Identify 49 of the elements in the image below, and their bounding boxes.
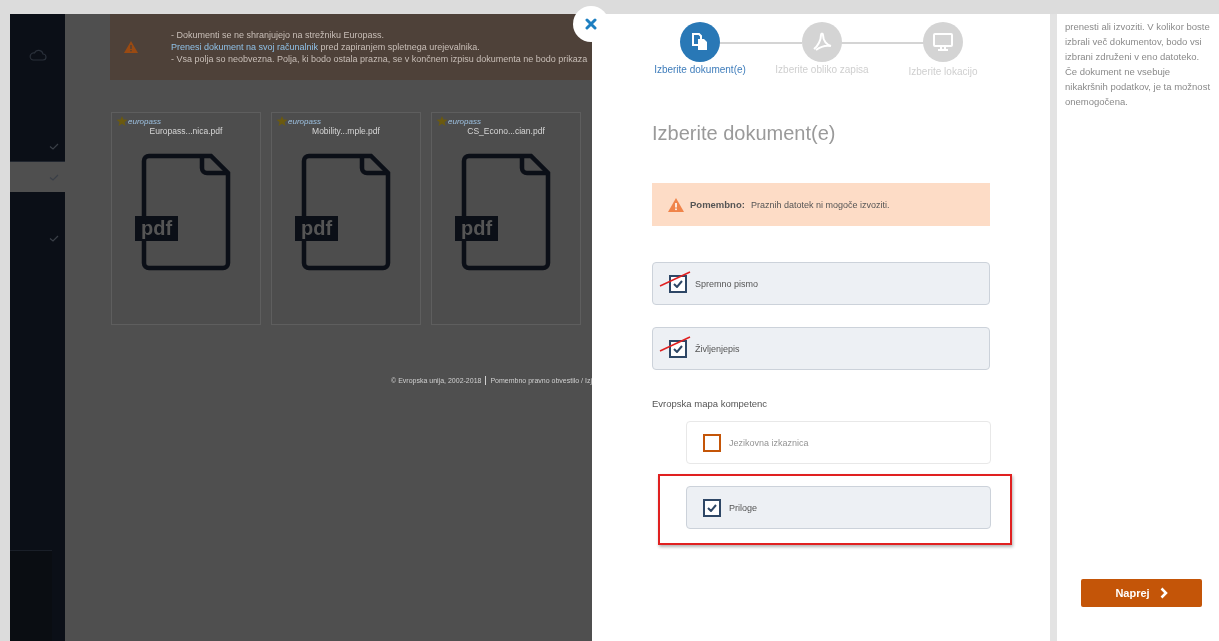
dialog-title: Izberite dokument(e)	[652, 122, 837, 145]
notice-text: - Vsa polja so neobvezna. Polja, ki bodo ostala prazna, se v končnem izpisu dokumenta ne bodo prikaza	[171, 54, 588, 64]
notice-text: Prenesi dokument na svoj računalnik pred zapiranjem spletnega urejevalnika.	[171, 42, 480, 52]
download-link[interactable]: Prenesi dokument na svoj računalnik	[171, 42, 319, 52]
step-label: Izberite dokument(e)	[654, 64, 746, 75]
pdf-label: pdf	[295, 216, 339, 241]
close-icon	[585, 18, 597, 30]
checkbox[interactable]	[669, 339, 687, 358]
file-card[interactable]: europass CS_Econo...cian.pdf pdf	[431, 112, 581, 325]
checkbox[interactable]	[703, 498, 721, 517]
help-text: prenesti ali izvoziti. V kolikor boste izbrali več dokumentov, bodo vsi izbrani združeni v eno datoteko. Če dokument ne vsebuje nikakršnih podatkov, je ta možnost onemogočena.	[1065, 20, 1211, 109]
star-logo-icon	[116, 116, 128, 126]
warning-icon	[124, 41, 138, 53]
check-icon	[49, 142, 59, 150]
document-option[interactable]: Priloge	[686, 486, 991, 529]
checkbox[interactable]	[669, 274, 687, 293]
document-icon	[461, 153, 551, 271]
logo-text: europass	[128, 116, 161, 126]
star-logo-icon	[436, 116, 448, 126]
warning-icon	[668, 197, 684, 212]
check-icon	[707, 503, 717, 512]
file-name: Mobility...mple.pdf	[312, 126, 380, 136]
acrobat-icon	[812, 32, 832, 52]
check-icon	[673, 279, 683, 288]
logo-text: europass	[448, 116, 481, 126]
alert-label: Pomembno:	[690, 199, 745, 210]
next-button[interactable]: Naprej	[1081, 579, 1202, 607]
file-card[interactable]: europass Mobility...mple.pdf pdf	[271, 112, 421, 325]
file-card[interactable]: europass Europass...nica.pdf pdf	[111, 112, 261, 325]
pdf-label: pdf	[455, 216, 499, 241]
notice-text: - Dokumenti se ne shranjujejo na strežniku Europass.	[171, 30, 385, 40]
document-icon	[141, 153, 231, 271]
check-icon	[673, 344, 683, 353]
check-icon	[49, 234, 59, 242]
file-name: Europass...nica.pdf	[149, 126, 223, 136]
chevron-right-icon	[1159, 587, 1168, 599]
logo-text: europass	[288, 116, 321, 126]
file-name: CS_Econo...cian.pdf	[467, 126, 545, 136]
monitor-icon	[933, 33, 953, 51]
star-logo-icon	[276, 116, 288, 126]
document-option[interactable]: Spremno pismo	[652, 262, 990, 305]
document-option[interactable]: Življenjepis	[652, 327, 990, 370]
documents-icon	[692, 33, 708, 51]
alert-text: Praznih datotek ni mogoče izvoziti.	[750, 199, 890, 210]
section-label: Evropska mapa kompetenc	[652, 398, 769, 409]
document-icon	[301, 153, 391, 271]
cloud-icon	[28, 49, 47, 61]
step-circle[interactable]	[680, 22, 720, 62]
pdf-label: pdf	[135, 216, 179, 241]
